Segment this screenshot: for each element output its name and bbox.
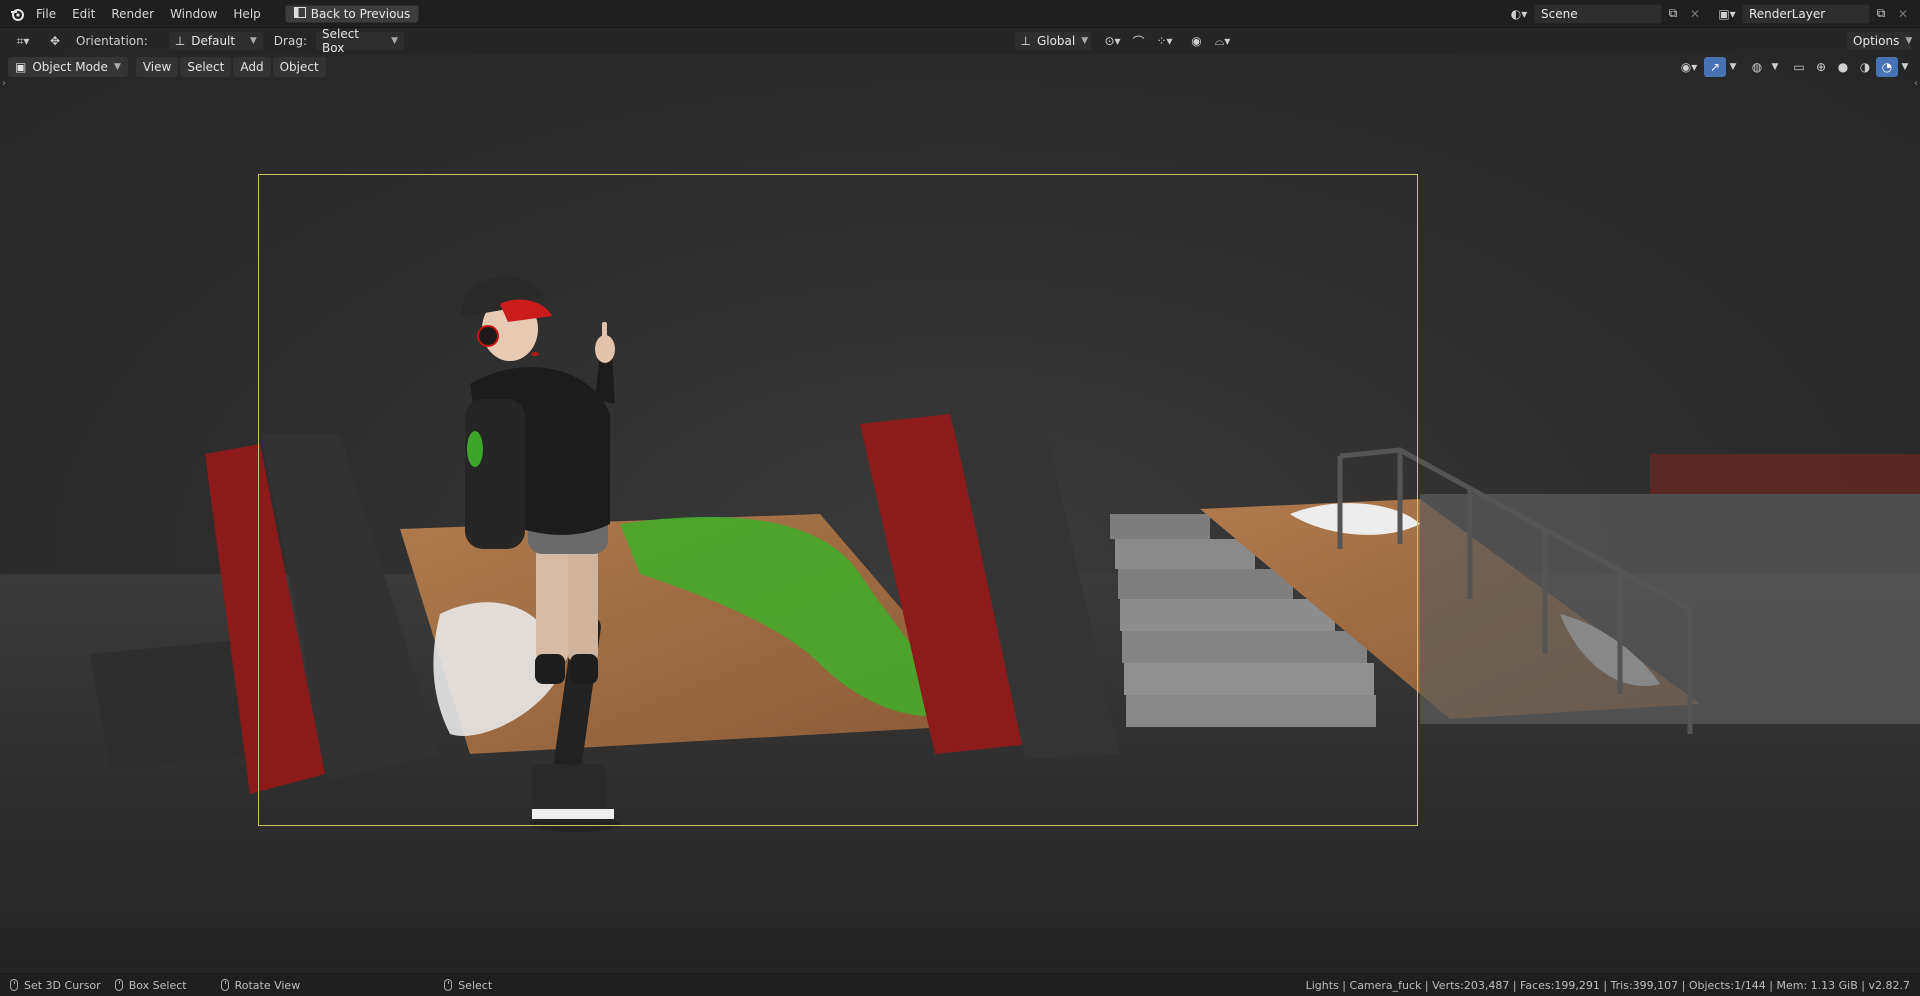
transform-orientation-value: Global bbox=[1036, 34, 1076, 48]
pivot-point-icon[interactable]: ⊙▾ bbox=[1098, 31, 1128, 51]
orientation-label: Orientation: bbox=[76, 34, 148, 48]
new-layer-icon[interactable]: ⧉ bbox=[1870, 4, 1892, 24]
editor-type-icon[interactable]: ⌗▾ bbox=[8, 31, 38, 51]
status-left-click: Set 3D Cursor bbox=[10, 979, 101, 992]
status-left-click-label: Set 3D Cursor bbox=[24, 978, 101, 992]
render-layer-value: RenderLayer bbox=[1749, 6, 1826, 21]
rendered-shading-icon[interactable]: ◔ bbox=[1876, 57, 1898, 77]
delete-layer-close-icon[interactable]: ✕ bbox=[1892, 4, 1914, 24]
new-scene-icon[interactable]: ⧉ bbox=[1662, 4, 1684, 24]
back-to-previous-button[interactable]: Back to Previous bbox=[284, 4, 420, 23]
options-label: Options bbox=[1853, 34, 1900, 48]
view-menu[interactable]: View bbox=[135, 57, 179, 77]
3d-viewport[interactable]: › ‹ bbox=[0, 54, 1920, 973]
back-to-previous-label: Back to Previous bbox=[310, 6, 411, 21]
status-right-click: Select bbox=[444, 979, 492, 992]
chevron-down-icon: ▼ bbox=[249, 36, 257, 46]
far-right-red-block bbox=[1650, 454, 1920, 494]
orientation-value: Default bbox=[191, 34, 236, 48]
far-right-stairs bbox=[1420, 494, 1920, 724]
chevron-down-icon[interactable]: ▼ bbox=[1898, 57, 1912, 77]
drag-dropdown[interactable]: Select Box ▼ bbox=[314, 27, 405, 55]
status-right-click-label: Select bbox=[458, 978, 493, 992]
proportional-edit-icon[interactable]: ◉ bbox=[1186, 31, 1208, 51]
view-layer-icon[interactable]: ▣▾ bbox=[1712, 4, 1742, 24]
chevron-down-icon[interactable]: ▼ bbox=[1726, 57, 1740, 77]
wireframe-shading-icon[interactable]: ⊕ bbox=[1810, 57, 1832, 77]
menu-edit[interactable]: Edit bbox=[64, 4, 103, 24]
add-menu[interactable]: Add bbox=[233, 57, 271, 77]
move-tool-icon[interactable]: ✥ bbox=[44, 31, 66, 51]
status-bar: Set 3D Cursor Box Select Rotate View Sel… bbox=[0, 973, 1920, 996]
status-middle: Rotate View bbox=[220, 978, 301, 992]
chevron-down-icon: ▼ bbox=[113, 62, 121, 72]
menu-render[interactable]: Render bbox=[103, 4, 162, 24]
mouse-left-icon bbox=[10, 979, 18, 991]
solid-shading-icon[interactable]: ● bbox=[1832, 57, 1854, 77]
snap-target-icon[interactable]: ⁘▾ bbox=[1150, 31, 1180, 51]
blender-logo-icon[interactable] bbox=[6, 4, 28, 24]
back-window-icon bbox=[293, 6, 306, 21]
material-shading-icon[interactable]: ◑ bbox=[1854, 57, 1876, 77]
object-menu[interactable]: Object bbox=[272, 57, 326, 77]
menu-file[interactable]: File bbox=[28, 4, 64, 24]
status-drag-label: Box Select bbox=[128, 978, 187, 992]
chevron-down-icon: ▼ bbox=[391, 36, 398, 46]
overlays-icon[interactable]: ◍ bbox=[1746, 57, 1768, 77]
drag-value: Select Box bbox=[321, 27, 360, 55]
global-axes-icon: ⊥ bbox=[1020, 34, 1031, 48]
menu-window[interactable]: Window bbox=[162, 4, 225, 24]
viewport-scene bbox=[0, 276, 1920, 973]
gizmo-toggle-icon[interactable]: ↗ bbox=[1704, 57, 1726, 77]
delete-scene-close-icon[interactable]: ✕ bbox=[1684, 4, 1706, 24]
scene-statistics: Lights | Camera_fuck | Verts:203,487 | F… bbox=[1305, 978, 1910, 992]
object-mode-label: Object Mode bbox=[32, 60, 108, 74]
falloff-icon[interactable]: ⌓▾ bbox=[1208, 31, 1238, 51]
object-mode-dropdown[interactable]: ▣ Object Mode ▼ bbox=[8, 57, 128, 77]
orientation-dropdown[interactable]: ⊥ Default ▼ bbox=[167, 31, 264, 51]
chevron-down-icon: ▼ bbox=[1081, 36, 1089, 46]
menu-help[interactable]: Help bbox=[225, 4, 268, 24]
scene-name-value: Scene bbox=[1541, 6, 1578, 21]
xray-toggle-icon[interactable]: ▭ bbox=[1788, 57, 1810, 77]
snap-toggle-icon[interactable]: ⌒ bbox=[1128, 31, 1150, 51]
top-bar: File Edit Render Window Help Back to Pre… bbox=[0, 0, 1920, 28]
mouse-drag-icon bbox=[114, 979, 123, 991]
viewport-header: ▣ Object Mode ▼ View Select Add Object ◉… bbox=[0, 54, 1920, 80]
visibility-eye-icon[interactable]: ◉▾ bbox=[1674, 57, 1704, 77]
select-menu[interactable]: Select bbox=[180, 57, 232, 77]
chevron-down-icon[interactable]: ▼ bbox=[1768, 57, 1782, 77]
tool-settings-bar: ⌗▾ ✥ Orientation: ⊥ Default ▼ Drag: Sele… bbox=[0, 27, 1920, 55]
chevron-down-icon: ▼ bbox=[1905, 36, 1913, 46]
transform-orientation-dropdown[interactable]: ⊥ Global ▼ bbox=[1013, 31, 1092, 51]
orientation-axes-icon: ⊥ bbox=[174, 34, 186, 48]
scene-name-field[interactable]: Scene bbox=[1534, 3, 1662, 24]
render-layer-field[interactable]: RenderLayer bbox=[1742, 3, 1870, 24]
options-dropdown[interactable]: Options ▼ bbox=[1846, 31, 1912, 51]
status-drag: Box Select bbox=[114, 978, 187, 992]
drag-label: Drag: bbox=[273, 34, 307, 48]
mouse-right-icon bbox=[444, 979, 453, 991]
scene-type-icon[interactable]: ◐▾ bbox=[1504, 4, 1534, 24]
mouse-middle-icon bbox=[220, 979, 229, 991]
object-mode-icon: ▣ bbox=[15, 60, 27, 74]
status-middle-label: Rotate View bbox=[234, 978, 301, 992]
